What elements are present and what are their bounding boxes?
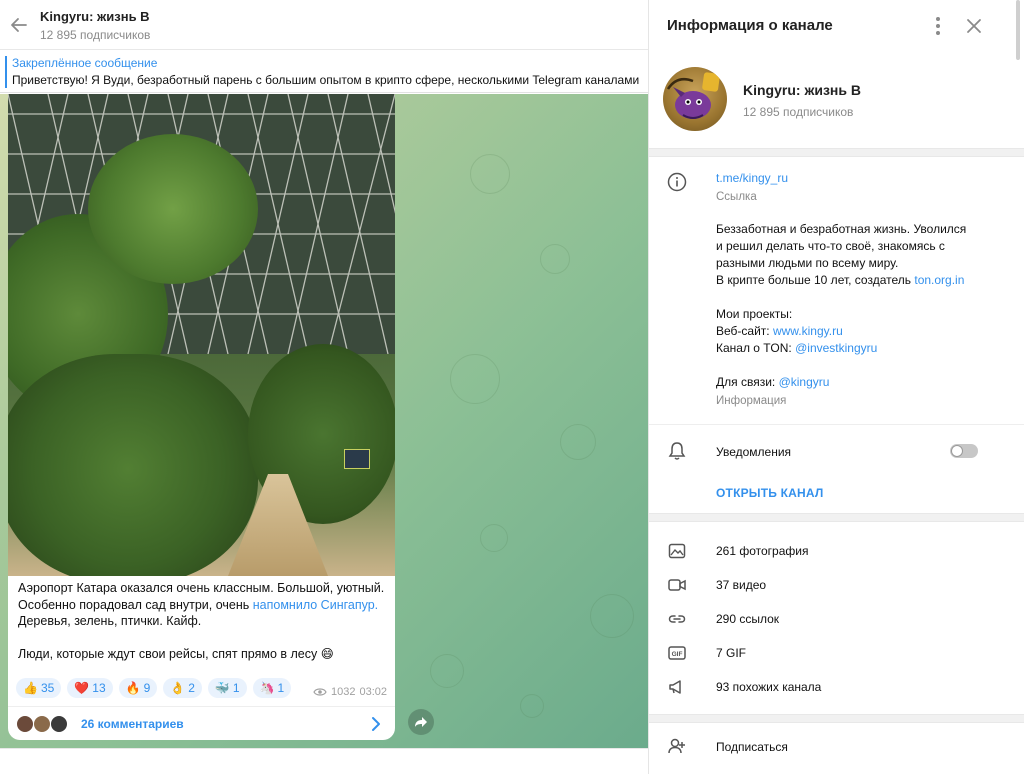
description-line: Канал о TON: @investkingyru — [716, 341, 878, 355]
post-text-line: Деревья, зелень, птички. Кайф. — [18, 614, 202, 628]
ton-channel-link[interactable]: @investkingyru — [795, 341, 877, 355]
media-videos-label: 37 видео — [716, 578, 767, 592]
channel-info-panel: Информация о канале Kingyru: жизнь В 12 … — [648, 0, 1024, 774]
similar-channels-label: 93 похожих канала — [716, 680, 822, 694]
tree-foliage — [8, 354, 258, 576]
reaction-heart[interactable]: ❤️ 13 — [67, 678, 113, 698]
reaction-whale[interactable]: 🐳 1 — [207, 678, 247, 698]
media-videos-row[interactable]: 37 видео — [649, 568, 1024, 602]
description-spacer — [716, 289, 1006, 306]
pinned-text: Приветствую! Я Вуди, безработный парень … — [12, 73, 640, 87]
chat-header[interactable]: Kingyru: жизнь В 12 895 подписчиков — [0, 0, 648, 50]
channel-name: Kingyru: жизнь В — [743, 82, 861, 98]
reaction-unicorn[interactable]: 🦄 1 — [252, 678, 292, 698]
website-link[interactable]: www.kingy.ru — [773, 324, 843, 338]
media-links-row[interactable]: 290 ссылок — [649, 602, 1024, 636]
channel-subscriber-count: 12 895 подписчиков — [743, 105, 854, 119]
description-line: Веб-сайт: www.kingy.ru — [716, 324, 843, 338]
svg-text:GIF: GIF — [672, 651, 683, 658]
channel-profile: Kingyru: жизнь В 12 895 подписчиков — [649, 60, 1024, 150]
channel-link[interactable]: t.me/kingy_ru — [716, 171, 788, 185]
chevron-right-icon — [372, 717, 380, 731]
post-time: 03:02 — [359, 686, 387, 698]
add-user-icon — [668, 738, 685, 754]
media-links-label: 290 ссылок — [716, 612, 780, 626]
panel-header: Информация о канале — [649, 0, 1024, 52]
back-arrow-icon[interactable] — [8, 14, 30, 36]
photo-icon — [668, 543, 686, 559]
subscribe-label: Подписаться — [716, 740, 788, 754]
post-meta: 1032 03:02 — [313, 686, 387, 698]
post-text-spacer — [18, 630, 388, 647]
notifications-label: Уведомления — [716, 445, 792, 459]
share-button[interactable] — [408, 709, 434, 735]
notifications-toggle[interactable] — [950, 444, 978, 458]
megaphone-icon — [669, 680, 681, 694]
reactions-bar: 👍 35 ❤️ 13 🔥 9 👌 2 🐳 1 🦄 1 — [16, 678, 292, 700]
post-text-line: Люди, которые ждут свои рейсы, спят прям… — [18, 647, 334, 661]
section-divider — [649, 513, 1024, 522]
pinned-title: Закреплённое сообщение — [12, 56, 158, 70]
channel-avatar[interactable] — [663, 67, 727, 131]
description-line: В крипте больше 10 лет, создатель ton.or… — [716, 273, 965, 287]
commenter-avatar — [50, 715, 68, 733]
airport-sign — [344, 449, 370, 469]
link-icon — [668, 615, 686, 623]
media-gif-label: 7 GIF — [716, 646, 747, 660]
notifications-row[interactable]: Уведомления — [649, 424, 1024, 474]
toggle-knob — [951, 445, 963, 457]
description-line: Мои проекты: — [716, 307, 793, 321]
dragon-mascot-icon — [666, 72, 720, 119]
description-spacer — [716, 357, 1006, 374]
video-icon — [668, 579, 686, 591]
panel-title: Информация о канале — [667, 17, 833, 34]
pinned-indicator — [5, 56, 7, 88]
view-count: 1032 — [330, 686, 356, 698]
commenter-avatar — [33, 715, 51, 733]
comments-label: 26 комментариев — [81, 717, 184, 731]
channel-link-label: Ссылка — [716, 191, 757, 203]
post-text-line: Особенно порадовал сад внутри, очень нап… — [18, 597, 379, 612]
post-text-line: Аэропорт Катара оказался очень классным.… — [18, 581, 385, 595]
more-vertical-icon[interactable] — [928, 15, 948, 37]
reaction-thumbs-up[interactable]: 👍 35 — [16, 678, 62, 698]
reaction-fire[interactable]: 🔥 9 — [118, 678, 158, 698]
open-channel-button[interactable]: ОТКРЫТЬ КАНАЛ — [716, 486, 824, 500]
description-line: и решил делать что-то своё, знакомясь с — [716, 239, 945, 253]
post-text: Аэропорт Катара оказался очень классным.… — [18, 580, 388, 663]
ton-link[interactable]: ton.org.in — [914, 273, 964, 287]
post-photo[interactable] — [8, 94, 395, 576]
pinned-message-bar[interactable]: Закреплённое сообщение Приветствую! Я Ву… — [0, 51, 648, 93]
close-icon[interactable] — [964, 16, 984, 36]
reaction-ok-hand[interactable]: 👌 2 — [163, 678, 202, 698]
media-gif-row[interactable]: GIF 7 GIF — [649, 636, 1024, 670]
bell-icon — [668, 442, 686, 460]
media-photos-row[interactable]: 261 фотография — [649, 534, 1024, 568]
chat-area: Kingyru: жизнь В 12 895 подписчиков Закр… — [0, 0, 648, 774]
gif-icon: GIF — [668, 646, 686, 660]
info-label: Информация — [716, 395, 787, 407]
description-line: Беззаботная и безработная жизнь. Уволилс… — [716, 222, 967, 236]
section-divider — [649, 148, 1024, 157]
channel-post[interactable]: Аэропорт Катара оказался очень классным.… — [8, 94, 395, 740]
comments-button[interactable]: 26 комментариев — [8, 706, 395, 740]
tree-foliage — [88, 134, 258, 284]
media-photos-label: 261 фотография — [716, 544, 809, 558]
description-line: Для связи: @kingyru — [716, 375, 830, 389]
subscribe-button[interactable]: Подписаться — [649, 728, 1024, 764]
channel-description: Беззаботная и безработная жизнь. Уволилс… — [716, 221, 1006, 391]
eye-icon — [313, 688, 327, 696]
chat-subscriber-count: 12 895 подписчиков — [40, 28, 151, 42]
post-link[interactable]: напомнило Сингапур. — [253, 598, 378, 612]
info-icon — [667, 172, 687, 192]
commenter-avatar — [16, 715, 34, 733]
section-divider — [649, 714, 1024, 723]
description-line: разными людьми по всему миру. — [716, 256, 899, 270]
chat-title[interactable]: Kingyru: жизнь В — [40, 9, 150, 24]
similar-channels-row[interactable]: 93 похожих канала — [649, 670, 1024, 704]
contact-link[interactable]: @kingyru — [779, 375, 830, 389]
chat-bottom-bar — [0, 748, 648, 774]
share-arrow-icon — [415, 717, 427, 727]
